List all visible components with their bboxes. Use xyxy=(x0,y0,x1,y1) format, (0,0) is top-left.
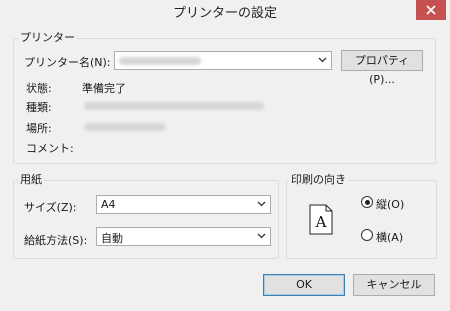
paper-source-select[interactable]: 自動 xyxy=(96,227,271,246)
paper-size-select[interactable]: A4 xyxy=(96,195,271,214)
portrait-radio[interactable] xyxy=(361,196,373,208)
printer-name-blurred xyxy=(119,57,201,65)
title-bar: プリンターの設定 xyxy=(0,0,450,22)
landscape-radio[interactable] xyxy=(361,229,373,241)
page-preview-glyph: A xyxy=(315,213,327,231)
landscape-label[interactable]: 横(A) xyxy=(376,229,403,245)
printer-name-select[interactable] xyxy=(114,51,332,70)
type-value-blurred xyxy=(84,102,264,110)
paper-source-label: 給紙方法(S): xyxy=(24,234,88,247)
close-button[interactable] xyxy=(416,0,446,20)
radio-selected-dot xyxy=(364,199,370,205)
portrait-page-icon: A xyxy=(309,204,333,235)
status-value: 準備完了 xyxy=(82,82,126,95)
paper-group-title: 用紙 xyxy=(18,171,44,187)
close-icon xyxy=(426,5,436,15)
location-value-blurred xyxy=(84,123,166,131)
printer-name-label: プリンター名(N): xyxy=(24,56,111,69)
chevron-down-icon xyxy=(257,201,266,207)
cancel-button[interactable]: キャンセル xyxy=(353,274,435,296)
status-label: 状態: xyxy=(26,82,52,95)
type-label: 種類: xyxy=(26,101,52,114)
paper-size-value: A4 xyxy=(101,198,116,211)
location-label: 場所: xyxy=(26,122,52,135)
printer-group-title: プリンター xyxy=(18,29,77,45)
ok-button[interactable]: OK xyxy=(263,274,345,296)
chevron-down-icon xyxy=(257,233,266,239)
properties-button[interactable]: プロパティ(P)... xyxy=(341,50,423,86)
orientation-group-title: 印刷の向き xyxy=(289,171,348,187)
chevron-down-icon xyxy=(318,57,327,63)
paper-size-label: サイズ(Z): xyxy=(24,201,77,214)
portrait-label[interactable]: 縦(O) xyxy=(376,196,404,212)
paper-source-value: 自動 xyxy=(101,232,123,245)
comment-label: コメント: xyxy=(26,142,74,155)
window-title: プリンターの設定 xyxy=(172,6,277,21)
